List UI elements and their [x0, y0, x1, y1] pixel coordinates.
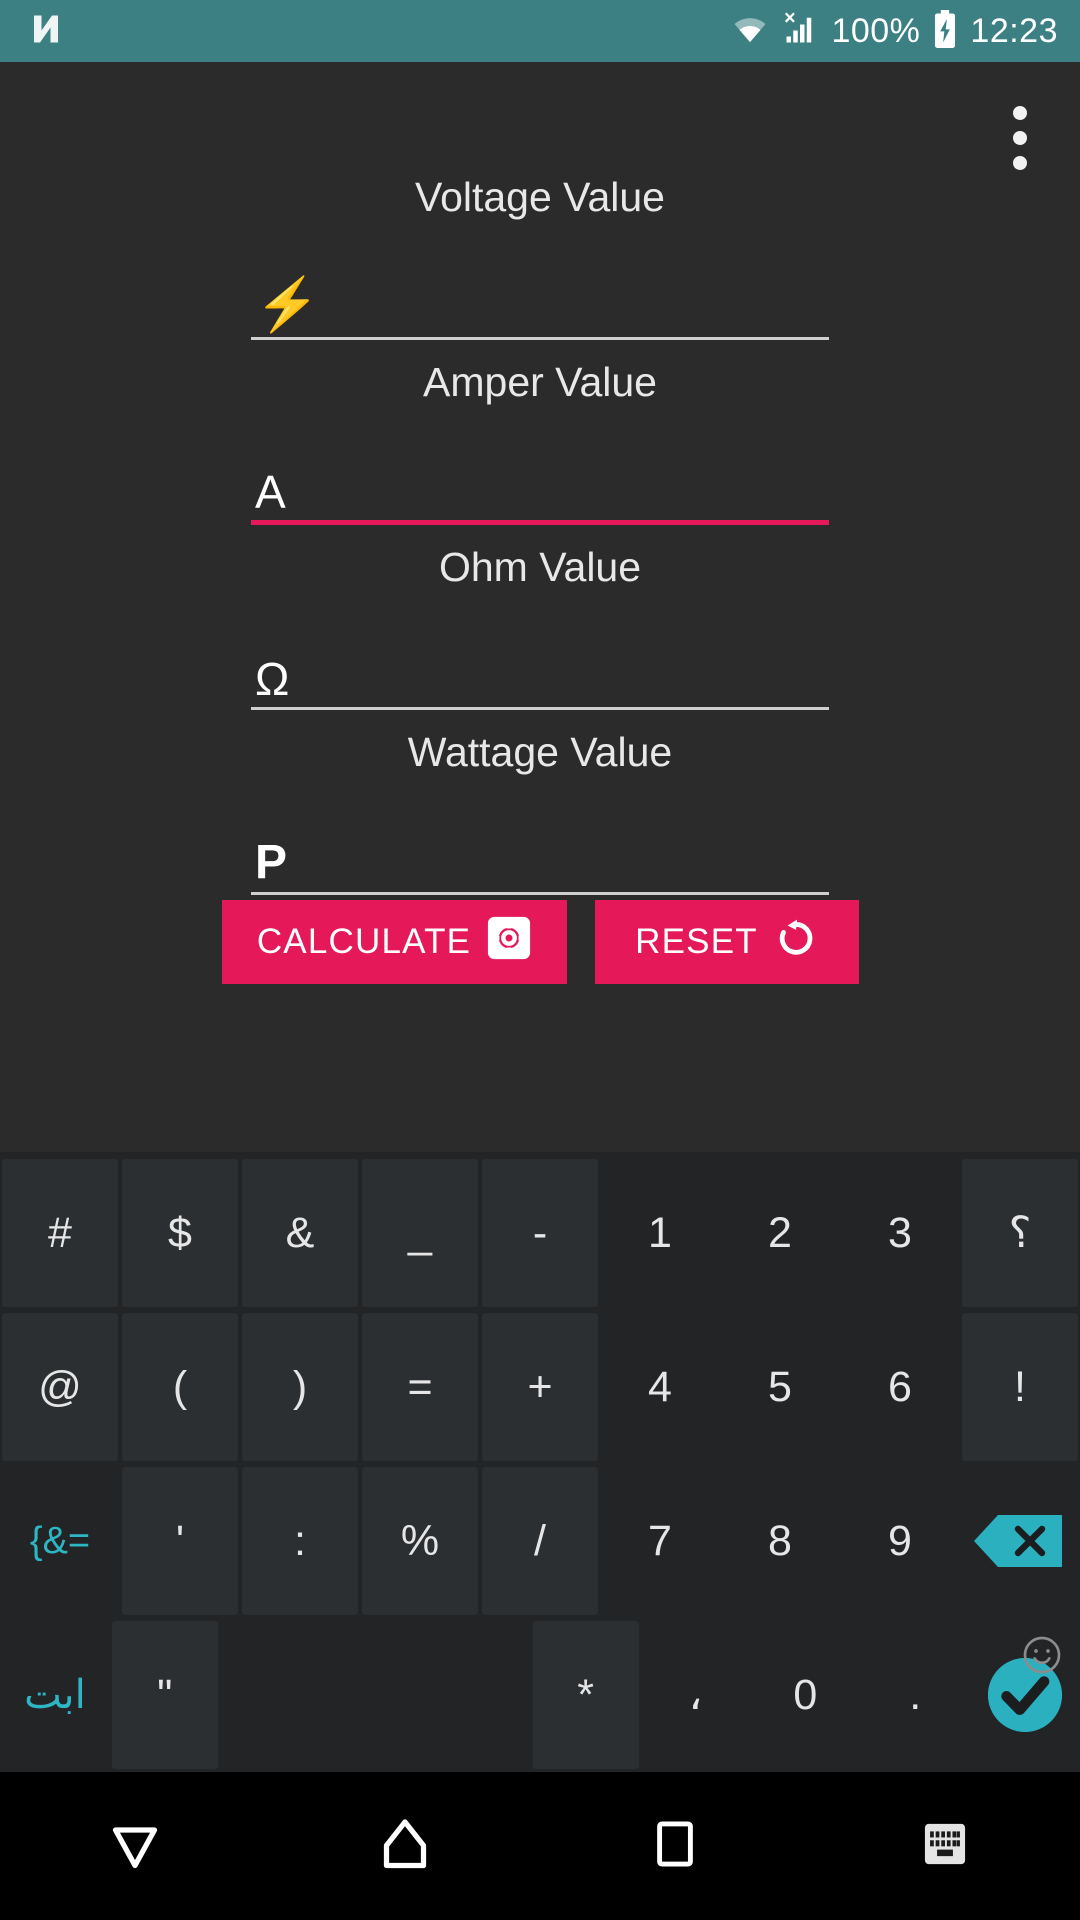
calculate-button[interactable]: CALCULATE	[221, 900, 567, 984]
nav-back-button[interactable]	[0, 1814, 270, 1879]
key-backspace[interactable]	[962, 1467, 1078, 1615]
n-logo-icon	[28, 11, 64, 52]
reset-button-label: RESET	[635, 922, 758, 961]
overflow-menu-button[interactable]	[988, 90, 1052, 186]
key-quote[interactable]: "	[111, 1621, 218, 1769]
key-symbols-toggle[interactable]: {&=	[2, 1467, 118, 1615]
backspace-icon	[974, 1512, 1066, 1570]
status-bar: 100% 12:23	[0, 0, 1080, 62]
key-arabic-question-mark[interactable]: ؟	[962, 1159, 1078, 1307]
recents-square-icon	[647, 1816, 703, 1877]
ohms-law-form: Voltage Value ⚡ Amper Value A Ohm Value	[0, 177, 1080, 895]
system-navigation-bar	[0, 1772, 1080, 1920]
key-period[interactable]: .	[862, 1621, 969, 1769]
key-space[interactable]	[221, 1621, 529, 1769]
on-screen-keyboard: # $ & _ - 1 2 3 ؟ @ ( ) = + 4 5 6 ! {&= …	[0, 1152, 1080, 1772]
field-group-wattage: Wattage Value P	[0, 732, 1080, 895]
wattage-input[interactable]: P	[251, 813, 829, 895]
clock-label: 12:23	[970, 12, 1058, 50]
overflow-dot-3	[1013, 156, 1027, 170]
lightning-bolt-icon: ⚡	[255, 276, 320, 335]
key-hyphen[interactable]: -	[482, 1159, 598, 1307]
key-apostrophe[interactable]: '	[122, 1467, 238, 1615]
key-arabic-comma[interactable]: ،	[642, 1621, 749, 1769]
overflow-dot-1	[1013, 106, 1027, 120]
key-6[interactable]: 6	[842, 1313, 958, 1461]
key-paren-open[interactable]: (	[122, 1313, 238, 1461]
cellular-signal-no-sim-icon	[781, 11, 819, 52]
key-percent[interactable]: %	[362, 1467, 478, 1615]
key-underscore[interactable]: _	[362, 1159, 478, 1307]
key-5[interactable]: 5	[722, 1313, 838, 1461]
key-1[interactable]: 1	[602, 1159, 718, 1307]
key-dollar[interactable]: $	[122, 1159, 238, 1307]
key-8[interactable]: 8	[722, 1467, 838, 1615]
phone-screen: 100% 12:23 Voltage Value ⚡ Amper Value A…	[0, 0, 1080, 1920]
key-ampersand[interactable]: &	[242, 1159, 358, 1307]
key-4[interactable]: 4	[602, 1313, 718, 1461]
ampere-letter: A	[255, 465, 286, 518]
omega-letter: Ω	[255, 652, 290, 705]
field-group-amper: Amper Value A	[0, 362, 1080, 525]
key-9[interactable]: 9	[842, 1467, 958, 1615]
key-0[interactable]: 0	[752, 1621, 859, 1769]
keyboard-row-1: # $ & _ - 1 2 3 ؟	[0, 1156, 1080, 1310]
key-paren-close[interactable]: )	[242, 1313, 358, 1461]
back-triangle-icon	[105, 1814, 165, 1879]
amper-input[interactable]: A	[251, 443, 829, 525]
key-asterisk[interactable]: *	[532, 1621, 639, 1769]
key-at[interactable]: @	[2, 1313, 118, 1461]
reset-button[interactable]: RESET	[594, 900, 859, 984]
keyboard-row-2: @ ( ) = + 4 5 6 !	[0, 1310, 1080, 1464]
undo-rotate-icon	[774, 916, 818, 969]
key-exclamation[interactable]: !	[962, 1313, 1078, 1461]
battery-percent-label: 100%	[831, 12, 921, 50]
ohm-label: Ohm Value	[438, 544, 642, 590]
ohm-input[interactable]: Ω	[251, 628, 829, 710]
battery-charging-icon	[932, 9, 958, 53]
wattage-label: Wattage Value	[407, 729, 673, 775]
key-colon[interactable]: :	[242, 1467, 358, 1615]
key-slash[interactable]: /	[482, 1467, 598, 1615]
wifi-icon	[731, 12, 769, 51]
amper-label: Amper Value	[423, 359, 657, 405]
key-plus[interactable]: +	[482, 1313, 598, 1461]
keyboard-row-3: {&= ' : % / 7 8 9	[0, 1464, 1080, 1618]
field-group-ohm: Ohm Value Ω	[0, 547, 1080, 710]
home-icon	[375, 1814, 435, 1879]
key-enter[interactable]	[972, 1621, 1078, 1769]
power-letter: P	[255, 835, 288, 889]
key-3[interactable]: 3	[842, 1159, 958, 1307]
smiley-emoji-icon[interactable]	[1022, 1635, 1062, 1675]
nav-home-button[interactable]	[270, 1814, 540, 1879]
app-content: Voltage Value ⚡ Amper Value A Ohm Value	[0, 62, 1080, 1152]
keyboard-icon	[917, 1816, 973, 1877]
nav-keyboard-toggle-button[interactable]	[810, 1816, 1080, 1877]
calculate-button-label: CALCULATE	[256, 922, 472, 961]
key-7[interactable]: 7	[602, 1467, 718, 1615]
key-arabic-letters-toggle[interactable]: ابت	[2, 1621, 108, 1769]
overflow-dot-2	[1013, 131, 1027, 145]
nav-recents-button[interactable]	[540, 1816, 810, 1877]
key-hash[interactable]: #	[2, 1159, 118, 1307]
status-bar-left	[28, 11, 64, 52]
status-bar-right: 100% 12:23	[731, 9, 1058, 53]
key-2[interactable]: 2	[722, 1159, 838, 1307]
keyboard-row-4: ابت " * ، 0 .	[0, 1618, 1080, 1772]
gear-icon	[487, 916, 531, 969]
voltage-input[interactable]: ⚡	[251, 258, 829, 340]
key-equals[interactable]: =	[362, 1313, 478, 1461]
action-button-row: CALCULATE RESET	[0, 900, 1080, 984]
voltage-label: Voltage Value	[414, 174, 665, 220]
field-group-voltage: Voltage Value ⚡	[0, 177, 1080, 340]
